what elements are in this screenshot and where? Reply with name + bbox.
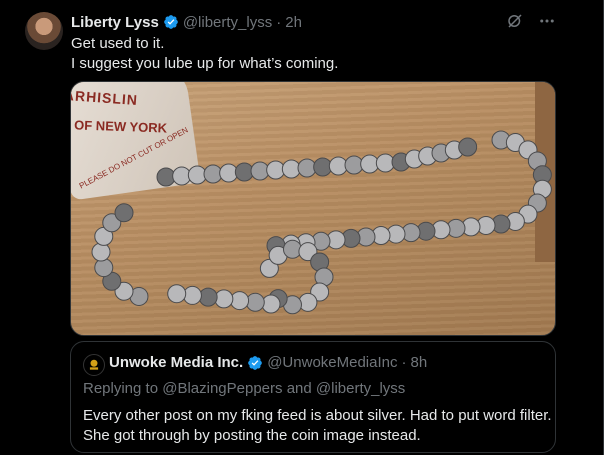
quoted-tweet[interactable]: Unwoke Media Inc. @UnwokeMediaInc · 8h R… <box>70 341 556 453</box>
verified-badge-icon <box>247 355 263 371</box>
coin <box>198 287 218 307</box>
quoted-text-line: Every other post on my fking feed is abo… <box>83 407 552 424</box>
coin <box>182 285 202 305</box>
quoted-handle[interactable]: @UnwokeMediaInc <box>267 354 397 371</box>
tweet-actions-top <box>506 12 556 30</box>
coin <box>94 258 114 278</box>
tweet-text-line: I suggest you lube up for what’s coming. <box>71 55 339 72</box>
separator-dot: · <box>276 13 282 31</box>
mention-link[interactable]: @liberty_lyss <box>316 380 405 397</box>
mention-link[interactable]: @BlazingPeppers <box>162 380 282 397</box>
quoted-timestamp[interactable]: 8h <box>411 354 428 371</box>
author-avatar[interactable] <box>25 12 63 50</box>
verified-badge-icon <box>163 14 179 30</box>
tweet-text: Get used to it. I suggest you lube up fo… <box>71 34 338 74</box>
coin <box>167 284 187 304</box>
replying-to-label: Replying to <box>83 380 159 397</box>
quoted-text: Every other post on my fking feed is abo… <box>83 406 552 446</box>
coin <box>245 292 265 312</box>
quoted-header: Unwoke Media Inc. @UnwokeMediaInc · 8h <box>109 354 427 371</box>
grok-icon[interactable] <box>506 12 524 30</box>
coin <box>261 294 281 314</box>
separator-dot: · <box>401 354 407 371</box>
tweet-timestamp[interactable]: 2h <box>285 14 302 31</box>
tweet-text-line: Get used to it. <box>71 35 165 52</box>
replying-and: and <box>286 380 312 397</box>
coin <box>230 291 250 311</box>
coin <box>91 242 111 262</box>
coin <box>214 289 234 309</box>
quoted-text-line: She got through by posting the coin imag… <box>83 427 421 444</box>
replying-to: Replying to @BlazingPeppers and @liberty… <box>83 380 405 397</box>
tweet-header: Liberty Lyss @liberty_lyss · 2h <box>71 12 302 32</box>
author-name[interactable]: Liberty Lyss <box>71 14 159 31</box>
author-handle[interactable]: @liberty_lyss <box>183 14 272 31</box>
tweet-image[interactable]: ARHISLIN OF NEW YORK PLEASE DO NOT CUT O… <box>70 81 556 336</box>
coin-arrangement <box>91 130 552 315</box>
quoted-author-name[interactable]: Unwoke Media Inc. <box>109 354 243 371</box>
coin <box>114 203 134 223</box>
quoted-author-avatar[interactable] <box>83 354 105 376</box>
more-icon[interactable] <box>538 12 556 30</box>
coin <box>458 137 478 157</box>
